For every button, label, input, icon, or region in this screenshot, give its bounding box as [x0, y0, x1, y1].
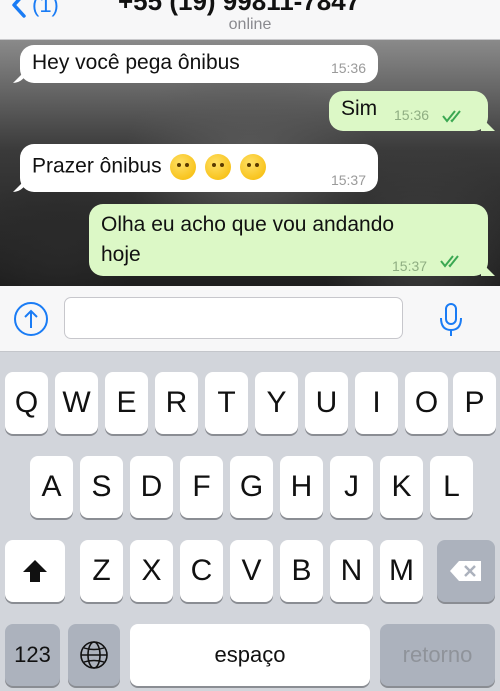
message-text: Hey você pega ônibus	[32, 51, 240, 74]
backspace-icon	[450, 561, 481, 581]
smirking-face-icon	[205, 154, 232, 180]
key-a[interactable]: A	[30, 456, 73, 518]
key-y[interactable]: Y	[255, 372, 298, 434]
key-o[interactable]: O	[405, 372, 448, 434]
key-n[interactable]: N	[330, 540, 373, 602]
message-input-bar	[0, 286, 500, 352]
globe-key[interactable]	[68, 624, 120, 686]
message-time: 15:36	[330, 60, 366, 76]
key-r[interactable]: R	[155, 372, 198, 434]
key-h[interactable]: H	[280, 456, 323, 518]
message-bubble-outgoing[interactable]: Sim 15:36	[329, 91, 495, 131]
globe-icon	[80, 641, 108, 669]
message-text-line: Olha eu acho que vou andando	[101, 213, 395, 236]
upload-arrow-icon	[24, 309, 38, 328]
key-b[interactable]: B	[280, 540, 323, 602]
shift-key[interactable]	[5, 540, 65, 602]
key-f[interactable]: F	[180, 456, 223, 518]
message-text: Prazer ônibus	[32, 154, 162, 178]
chat-header: (1) +55 (19) 99811-7847 online	[0, 0, 500, 40]
double-check-icon	[440, 255, 459, 268]
key-s[interactable]: S	[80, 456, 123, 518]
key-g[interactable]: G	[230, 456, 273, 518]
key-u[interactable]: U	[305, 372, 348, 434]
contact-status: online	[228, 16, 272, 33]
message-time: 15:37	[392, 258, 428, 274]
message-time: 15:36	[394, 107, 430, 123]
message-input[interactable]	[64, 297, 403, 339]
numbers-key[interactable]: 123	[5, 624, 60, 686]
key-p[interactable]: P	[453, 372, 496, 434]
keyboard: Q W E R T Y U I O P A S D F G H J K L Z …	[0, 352, 500, 691]
key-c[interactable]: C	[180, 540, 223, 602]
space-key[interactable]: espaço	[130, 624, 370, 686]
return-key[interactable]: retorno	[380, 624, 495, 686]
key-i[interactable]: I	[355, 372, 398, 434]
contact-name[interactable]: +55 (19) 99811-7847	[118, 0, 360, 17]
chat-area[interactable]: Hey você pega ônibus 15:36 Sim 15:36 Pra…	[0, 40, 500, 286]
tongue-face-icon	[240, 154, 267, 180]
key-w[interactable]: W	[55, 372, 98, 434]
key-j[interactable]: J	[330, 456, 373, 518]
attach-button[interactable]	[14, 302, 48, 336]
message-bubble-outgoing[interactable]: Olha eu acho que vou andando hoje 15:37	[89, 204, 495, 276]
key-e[interactable]: E	[105, 372, 148, 434]
shift-arrow-icon	[23, 560, 47, 582]
key-m[interactable]: M	[380, 540, 423, 602]
key-l[interactable]: L	[430, 456, 473, 518]
key-d[interactable]: D	[130, 456, 173, 518]
microphone-icon[interactable]	[438, 302, 464, 338]
message-bubble-incoming[interactable]: Prazer ônibus 15:37	[13, 144, 378, 192]
delete-key[interactable]	[437, 540, 495, 602]
double-check-icon	[442, 110, 461, 123]
message-text: Sim	[341, 97, 378, 120]
key-t[interactable]: T	[205, 372, 248, 434]
key-x[interactable]: X	[130, 540, 173, 602]
message-time: 15:37	[330, 172, 366, 188]
key-q[interactable]: Q	[5, 372, 48, 434]
key-k[interactable]: K	[380, 456, 423, 518]
key-v[interactable]: V	[230, 540, 273, 602]
kissing-face-icon	[170, 154, 197, 180]
key-z[interactable]: Z	[80, 540, 123, 602]
message-bubble-incoming[interactable]: Hey você pega ônibus 15:36	[13, 45, 378, 83]
